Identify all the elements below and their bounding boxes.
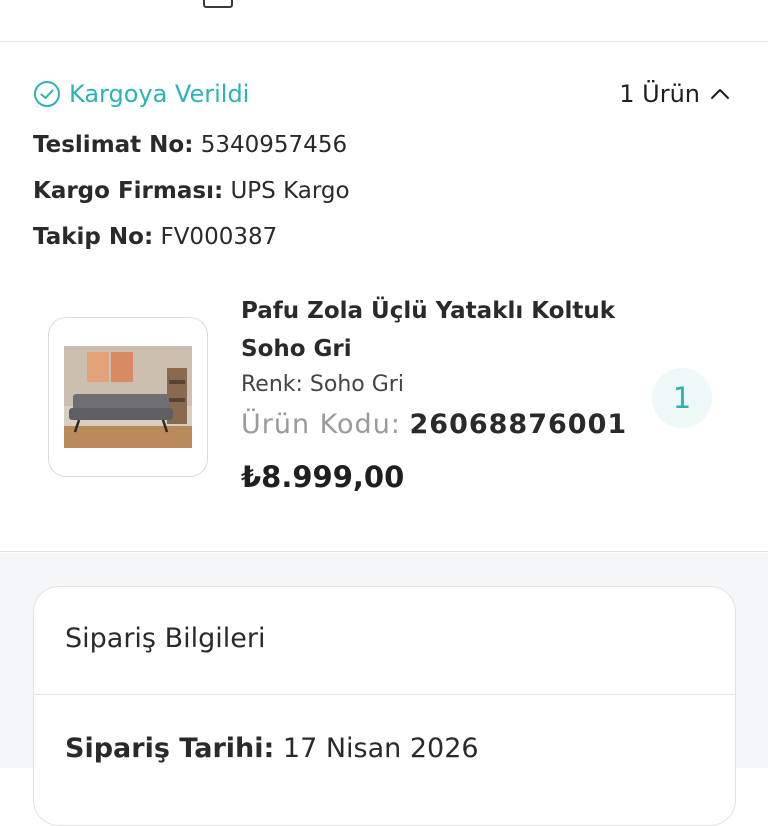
product-thumbnail[interactable] xyxy=(48,317,208,477)
carrier-value: UPS Kargo xyxy=(230,178,350,204)
chevron-up-icon xyxy=(711,89,729,99)
product-details: Pafu Zola Üçlü Yataklı Koltuk Soho Gri R… xyxy=(241,292,631,494)
order-date-value: 17 Nisan 2026 xyxy=(282,733,479,764)
status-label: Kargoya Verildi xyxy=(69,80,250,108)
tracking-number-label: Takip No: xyxy=(33,224,154,250)
delivery-number-value: 5340957456 xyxy=(200,132,348,158)
delivery-number-label: Teslimat No: xyxy=(33,132,194,158)
order-info-card: Sipariş Bilgileri Sipariş Tarihi: 17 Nis… xyxy=(33,586,736,826)
carrier-row: Kargo Firması: UPS Kargo xyxy=(33,178,350,204)
tracking-number-row: Takip No: FV000387 xyxy=(33,224,277,250)
item-count-label: 1 Ürün xyxy=(619,80,700,108)
order-date-row: Sipariş Tarihi: 17 Nisan 2026 xyxy=(65,733,479,764)
product-image xyxy=(64,346,192,448)
order-date-label: Sipariş Tarihi: xyxy=(65,733,275,764)
quantity-badge: 1 xyxy=(652,368,712,428)
card-divider xyxy=(34,694,735,695)
product-code-value: 26068876001 xyxy=(409,409,628,440)
product-code: Ürün Kodu: 26068876001 xyxy=(241,409,631,440)
product-name[interactable]: Pafu Zola Üçlü Yataklı Koltuk Soho Gri xyxy=(241,292,631,368)
check-circle-icon xyxy=(34,81,60,107)
tracking-number-value: FV000387 xyxy=(160,224,278,250)
product-price: ₺8.999,00 xyxy=(241,460,405,494)
shipment-status: Kargoya Verildi xyxy=(33,80,249,108)
items-collapse-toggle[interactable]: 1 Ürün xyxy=(619,80,730,108)
shipment-section: Kargoya Verildi 1 Ürün Teslimat No: 5340… xyxy=(0,42,768,552)
order-info-title: Sipariş Bilgileri xyxy=(65,623,266,654)
top-action-strip xyxy=(0,0,768,42)
product-code-label: Ürün Kodu: xyxy=(241,409,401,440)
delivery-number-row: Teslimat No: 5340957456 xyxy=(33,132,347,158)
carrier-label: Kargo Firması: xyxy=(33,178,224,204)
document-icon xyxy=(203,0,233,8)
product-color: Renk: Soho Gri xyxy=(241,372,404,397)
